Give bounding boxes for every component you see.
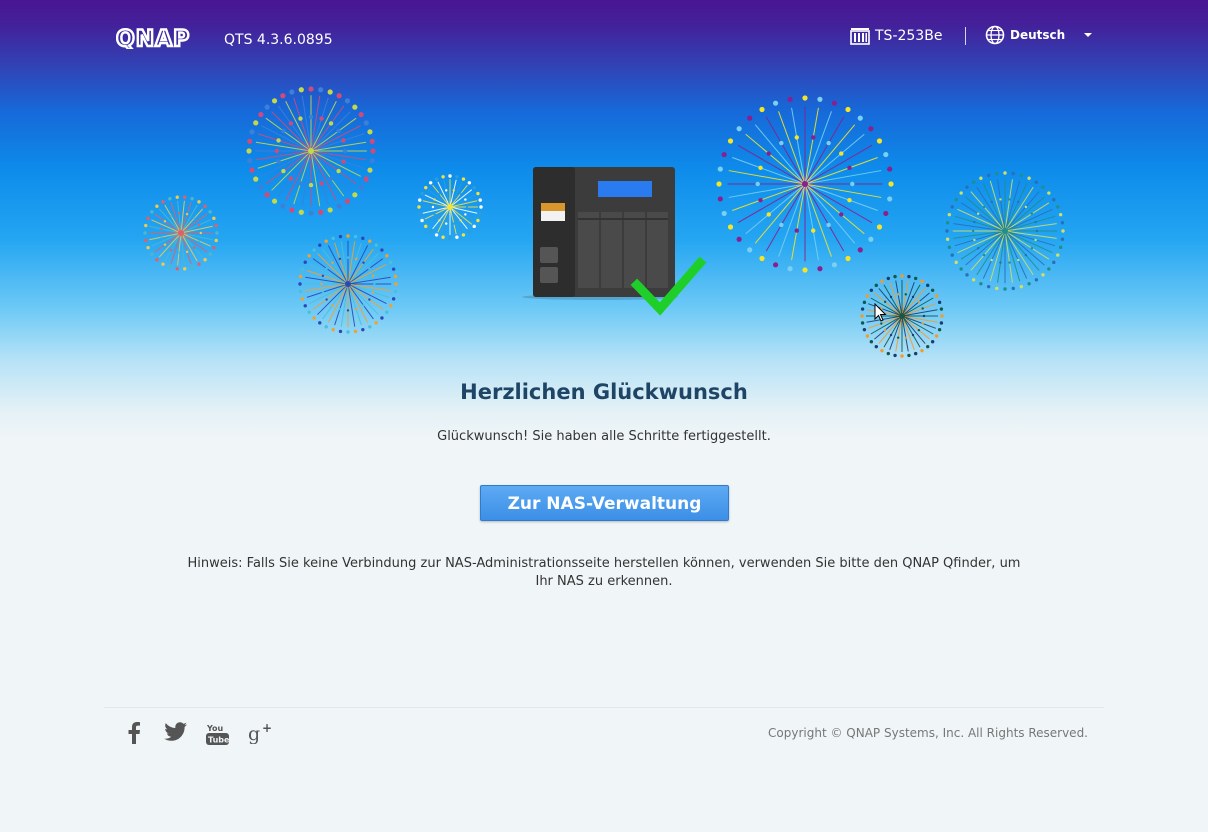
header-bar: QNAP QTS 4.3.6.0895 TS-253Be Deutsch — [0, 0, 1208, 80]
page-title: Herzlichen Glückwunsch — [460, 380, 748, 404]
hint-text: Hinweis: Falls Sie keine Verbindung zur … — [187, 556, 1021, 589]
twitter-icon[interactable] — [164, 722, 188, 742]
youtube-icon[interactable]: You Tube — [206, 722, 230, 746]
page-subtitle: Glückwunsch! Sie haben alle Schritte fer… — [437, 429, 771, 444]
model-info: TS-253Be — [850, 27, 942, 45]
language-label: Deutsch — [1010, 28, 1066, 42]
nas-server-icon — [850, 28, 870, 45]
svg-text:g: g — [248, 723, 260, 744]
svg-text:You: You — [206, 724, 224, 733]
language-selector[interactable]: Deutsch — [985, 25, 1093, 45]
setup-complete-page: QNAP QTS 4.3.6.0895 TS-253Be Deutsch Her… — [0, 0, 1208, 832]
svg-text:Tube: Tube — [208, 736, 230, 745]
header-divider — [965, 27, 966, 45]
nas-device-illustration — [522, 167, 707, 316]
facebook-icon[interactable] — [124, 722, 144, 744]
svg-text:QNAP: QNAP — [116, 27, 190, 49]
qnap-logo: QNAP — [116, 27, 190, 49]
copyright-text: Copyright © QNAP Systems, Inc. All Right… — [768, 726, 1088, 740]
firmware-version: QTS 4.3.6.0895 — [224, 32, 333, 48]
google-plus-icon[interactable]: g + — [248, 722, 274, 744]
footer-divider — [104, 707, 1104, 708]
svg-text:+: + — [262, 722, 272, 735]
caret-down-icon — [1084, 33, 1093, 37]
go-to-nas-management-button[interactable]: Zur NAS-Verwaltung — [480, 485, 729, 521]
model-name: TS-253Be — [875, 28, 943, 44]
globe-icon — [985, 25, 1005, 45]
mouse-cursor-icon — [874, 303, 887, 322]
hero-illustration — [143, 86, 1065, 358]
